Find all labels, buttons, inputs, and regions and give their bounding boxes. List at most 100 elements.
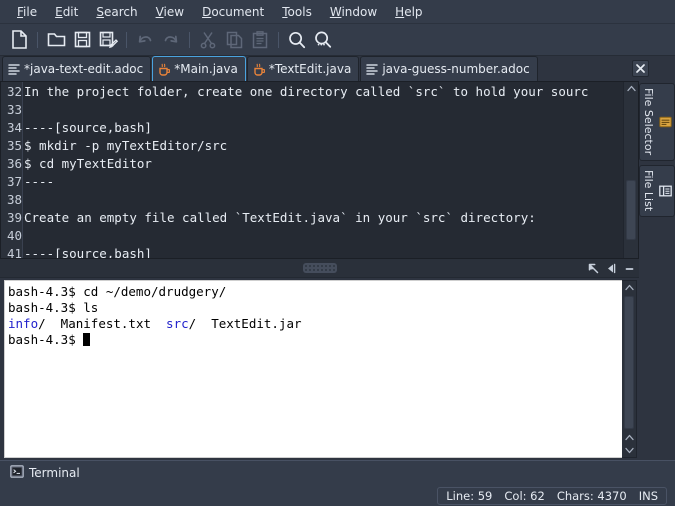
- tab-label: java-guess-number.adoc: [382, 62, 530, 76]
- menu-search[interactable]: Search: [87, 3, 146, 21]
- editor-line: $ cd myTextEditor: [24, 156, 152, 171]
- bottom-panel-bar: Terminal: [0, 460, 675, 485]
- collapse-left-icon[interactable]: [606, 263, 617, 274]
- editor-text-area[interactable]: In the project folder, create one direct…: [23, 82, 623, 258]
- terminal-dir-entry: info: [8, 316, 39, 331]
- terminal-output[interactable]: bash-4.3$ cd ~/demo/drudgery/bash-4.3$ l…: [4, 280, 622, 458]
- menu-label: indow: [341, 4, 378, 19]
- new-file-icon[interactable]: [6, 27, 32, 53]
- toolbar: [0, 24, 675, 56]
- tab-java-text-edit-adoc[interactable]: *java-text-edit.adoc: [2, 56, 152, 81]
- terminal-scroll-up-arrow-2-icon[interactable]: [622, 431, 636, 444]
- panel-drag-grip[interactable]: [302, 263, 337, 273]
- line-number: 39: [6, 210, 22, 225]
- java-file-icon: [253, 63, 265, 76]
- editor-vertical-scrollbar[interactable]: [623, 82, 638, 258]
- line-number: 34: [6, 120, 22, 135]
- sidebar-tab-file-selector[interactable]: File Selector: [639, 83, 675, 162]
- paste-icon: [247, 27, 273, 53]
- terminal-scroll-track[interactable]: [622, 294, 636, 431]
- toolbar-separator: [37, 31, 38, 48]
- code-editor[interactable]: 323334353637383940414243 In the project …: [0, 81, 639, 259]
- tab-main-java[interactable]: *Main.java: [152, 56, 246, 81]
- status-chars: Chars: 4370: [556, 488, 627, 503]
- terminal-text: bash-4.3$: [8, 332, 84, 347]
- menu-label: ools: [287, 4, 312, 19]
- minimize-icon[interactable]: [624, 263, 635, 274]
- menu-mnemonic: W: [329, 4, 342, 19]
- right-tool-strip: File Selector File List: [639, 81, 675, 460]
- terminal-scroll-up-arrow-icon[interactable]: [622, 281, 636, 294]
- line-number: 32: [6, 84, 22, 99]
- terminal-scroll-thumb[interactable]: [624, 296, 634, 429]
- save-icon[interactable]: [69, 27, 95, 53]
- menu-label: earch: [103, 4, 138, 19]
- status-col: Col: 62: [504, 488, 545, 503]
- save-as-icon[interactable]: [95, 27, 121, 53]
- menu-edit[interactable]: Edit: [46, 3, 87, 21]
- toolbar-separator: [278, 31, 279, 48]
- status-line: Line: 59: [446, 488, 493, 503]
- sidebar-tab-label: File Selector: [642, 88, 655, 156]
- close-icon[interactable]: [632, 60, 649, 77]
- editor-line: $ mkdir -p myTextEditor/src: [24, 138, 228, 153]
- editor-line: ----[source,bash]: [24, 246, 152, 258]
- menu-label: elp: [404, 4, 423, 19]
- menu-bar: File Edit Search View Document Tools Win…: [0, 0, 675, 24]
- toolbar-separator: [126, 31, 127, 48]
- terminal-panel: bash-4.3$ cd ~/demo/drudgery/bash-4.3$ l…: [0, 259, 639, 460]
- tab-java-guess-number-adoc[interactable]: java-guess-number.adoc: [360, 56, 538, 81]
- menu-window[interactable]: Window: [321, 3, 386, 21]
- line-number: 41: [6, 246, 22, 259]
- undo-icon: [132, 27, 158, 53]
- line-number-gutter: 323334353637383940414243: [1, 82, 23, 258]
- sidebar-tab-file-list[interactable]: File List: [639, 165, 675, 218]
- menu-label: iew: [163, 4, 185, 19]
- scroll-up-arrow-icon[interactable]: [624, 82, 638, 95]
- search-icon[interactable]: [284, 27, 310, 53]
- terminal-text: bash-4.3$ cd ~/demo/drudgery/: [8, 284, 227, 299]
- bottom-tab-terminal[interactable]: Terminal: [6, 463, 87, 483]
- redo-icon: [158, 27, 184, 53]
- menu-help[interactable]: Help: [386, 3, 431, 21]
- line-number: 40: [6, 228, 22, 243]
- terminal-vertical-scrollbar[interactable]: [622, 280, 637, 458]
- menu-document[interactable]: Document: [193, 3, 273, 21]
- toolbar-separator: [189, 31, 190, 48]
- line-number: 37: [6, 174, 22, 189]
- line-number: 38: [6, 192, 22, 207]
- terminal-cursor: [83, 333, 91, 346]
- detach-arrow-icon[interactable]: [588, 263, 599, 274]
- terminal-scroll-down-arrow-icon[interactable]: [622, 444, 636, 457]
- line-number: 33: [6, 102, 22, 117]
- tab-label: *java-text-edit.adoc: [24, 62, 144, 76]
- open-folder-icon[interactable]: [43, 27, 69, 53]
- file-list-icon: [659, 185, 672, 197]
- cut-icon: [195, 27, 221, 53]
- menu-label: ile: [23, 4, 38, 19]
- menu-mnemonic: H: [395, 4, 405, 19]
- menu-tools[interactable]: Tools: [273, 3, 321, 21]
- copy-icon: [221, 27, 247, 53]
- cursor-status-group: Line: 59 Col: 62 Chars: 4370 INS: [437, 486, 667, 505]
- menu-mnemonic: V: [155, 4, 164, 19]
- editor-scroll-thumb[interactable]: [626, 179, 636, 241]
- tab-label: *TextEdit.java: [268, 62, 352, 76]
- menu-file[interactable]: File: [8, 3, 46, 21]
- tab-label: *Main.java: [174, 62, 238, 76]
- file-selector-icon: [659, 116, 672, 128]
- editor-scroll-track[interactable]: [624, 95, 638, 258]
- line-number: 35: [6, 138, 22, 153]
- menu-view[interactable]: View: [147, 3, 193, 21]
- terminal-icon: [10, 465, 24, 481]
- search-more-icon[interactable]: [310, 27, 336, 53]
- terminal-text: / TextEdit.jar: [188, 316, 302, 331]
- editor-line: ----: [24, 174, 55, 189]
- menu-label: ocument: [211, 4, 265, 19]
- tab-textedit-java[interactable]: *TextEdit.java: [246, 56, 360, 81]
- terminal-line: bash-4.3$: [8, 332, 622, 348]
- terminal-text: / Manifest.txt: [38, 316, 167, 331]
- bottom-tab-label: Terminal: [29, 466, 80, 480]
